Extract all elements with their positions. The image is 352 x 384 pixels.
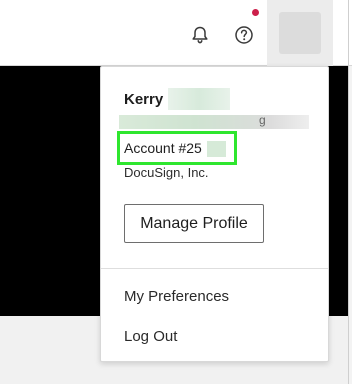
scrollbar-edge [348, 0, 349, 384]
profile-menu-button[interactable] [267, 0, 333, 66]
redacted-last-name [168, 88, 230, 110]
question-circle-icon [235, 26, 253, 44]
bell-icon [192, 26, 208, 44]
redacted-account-digits [207, 141, 226, 157]
menu-item-log-out[interactable]: Log Out [124, 328, 177, 345]
account-number: Account #25 [124, 140, 202, 156]
notification-indicator-dot [252, 9, 259, 16]
menu-item-my-preferences[interactable]: My Preferences [124, 288, 229, 305]
menu-divider [101, 268, 328, 269]
top-header-bar [0, 0, 352, 66]
redacted-email [119, 115, 309, 129]
email-visible-fragment: g [259, 113, 266, 127]
notifications-button[interactable] [186, 21, 214, 49]
app-window: Kerry g Account #25 DocuSign, Inc. Manag… [0, 0, 352, 384]
avatar [279, 12, 321, 54]
organization-name: DocuSign, Inc. [124, 165, 209, 180]
profile-dropdown-menu: Kerry g Account #25 DocuSign, Inc. Manag… [100, 66, 329, 362]
manage-profile-button[interactable]: Manage Profile [124, 204, 264, 243]
user-name: Kerry [124, 91, 164, 108]
help-button[interactable] [230, 21, 258, 49]
